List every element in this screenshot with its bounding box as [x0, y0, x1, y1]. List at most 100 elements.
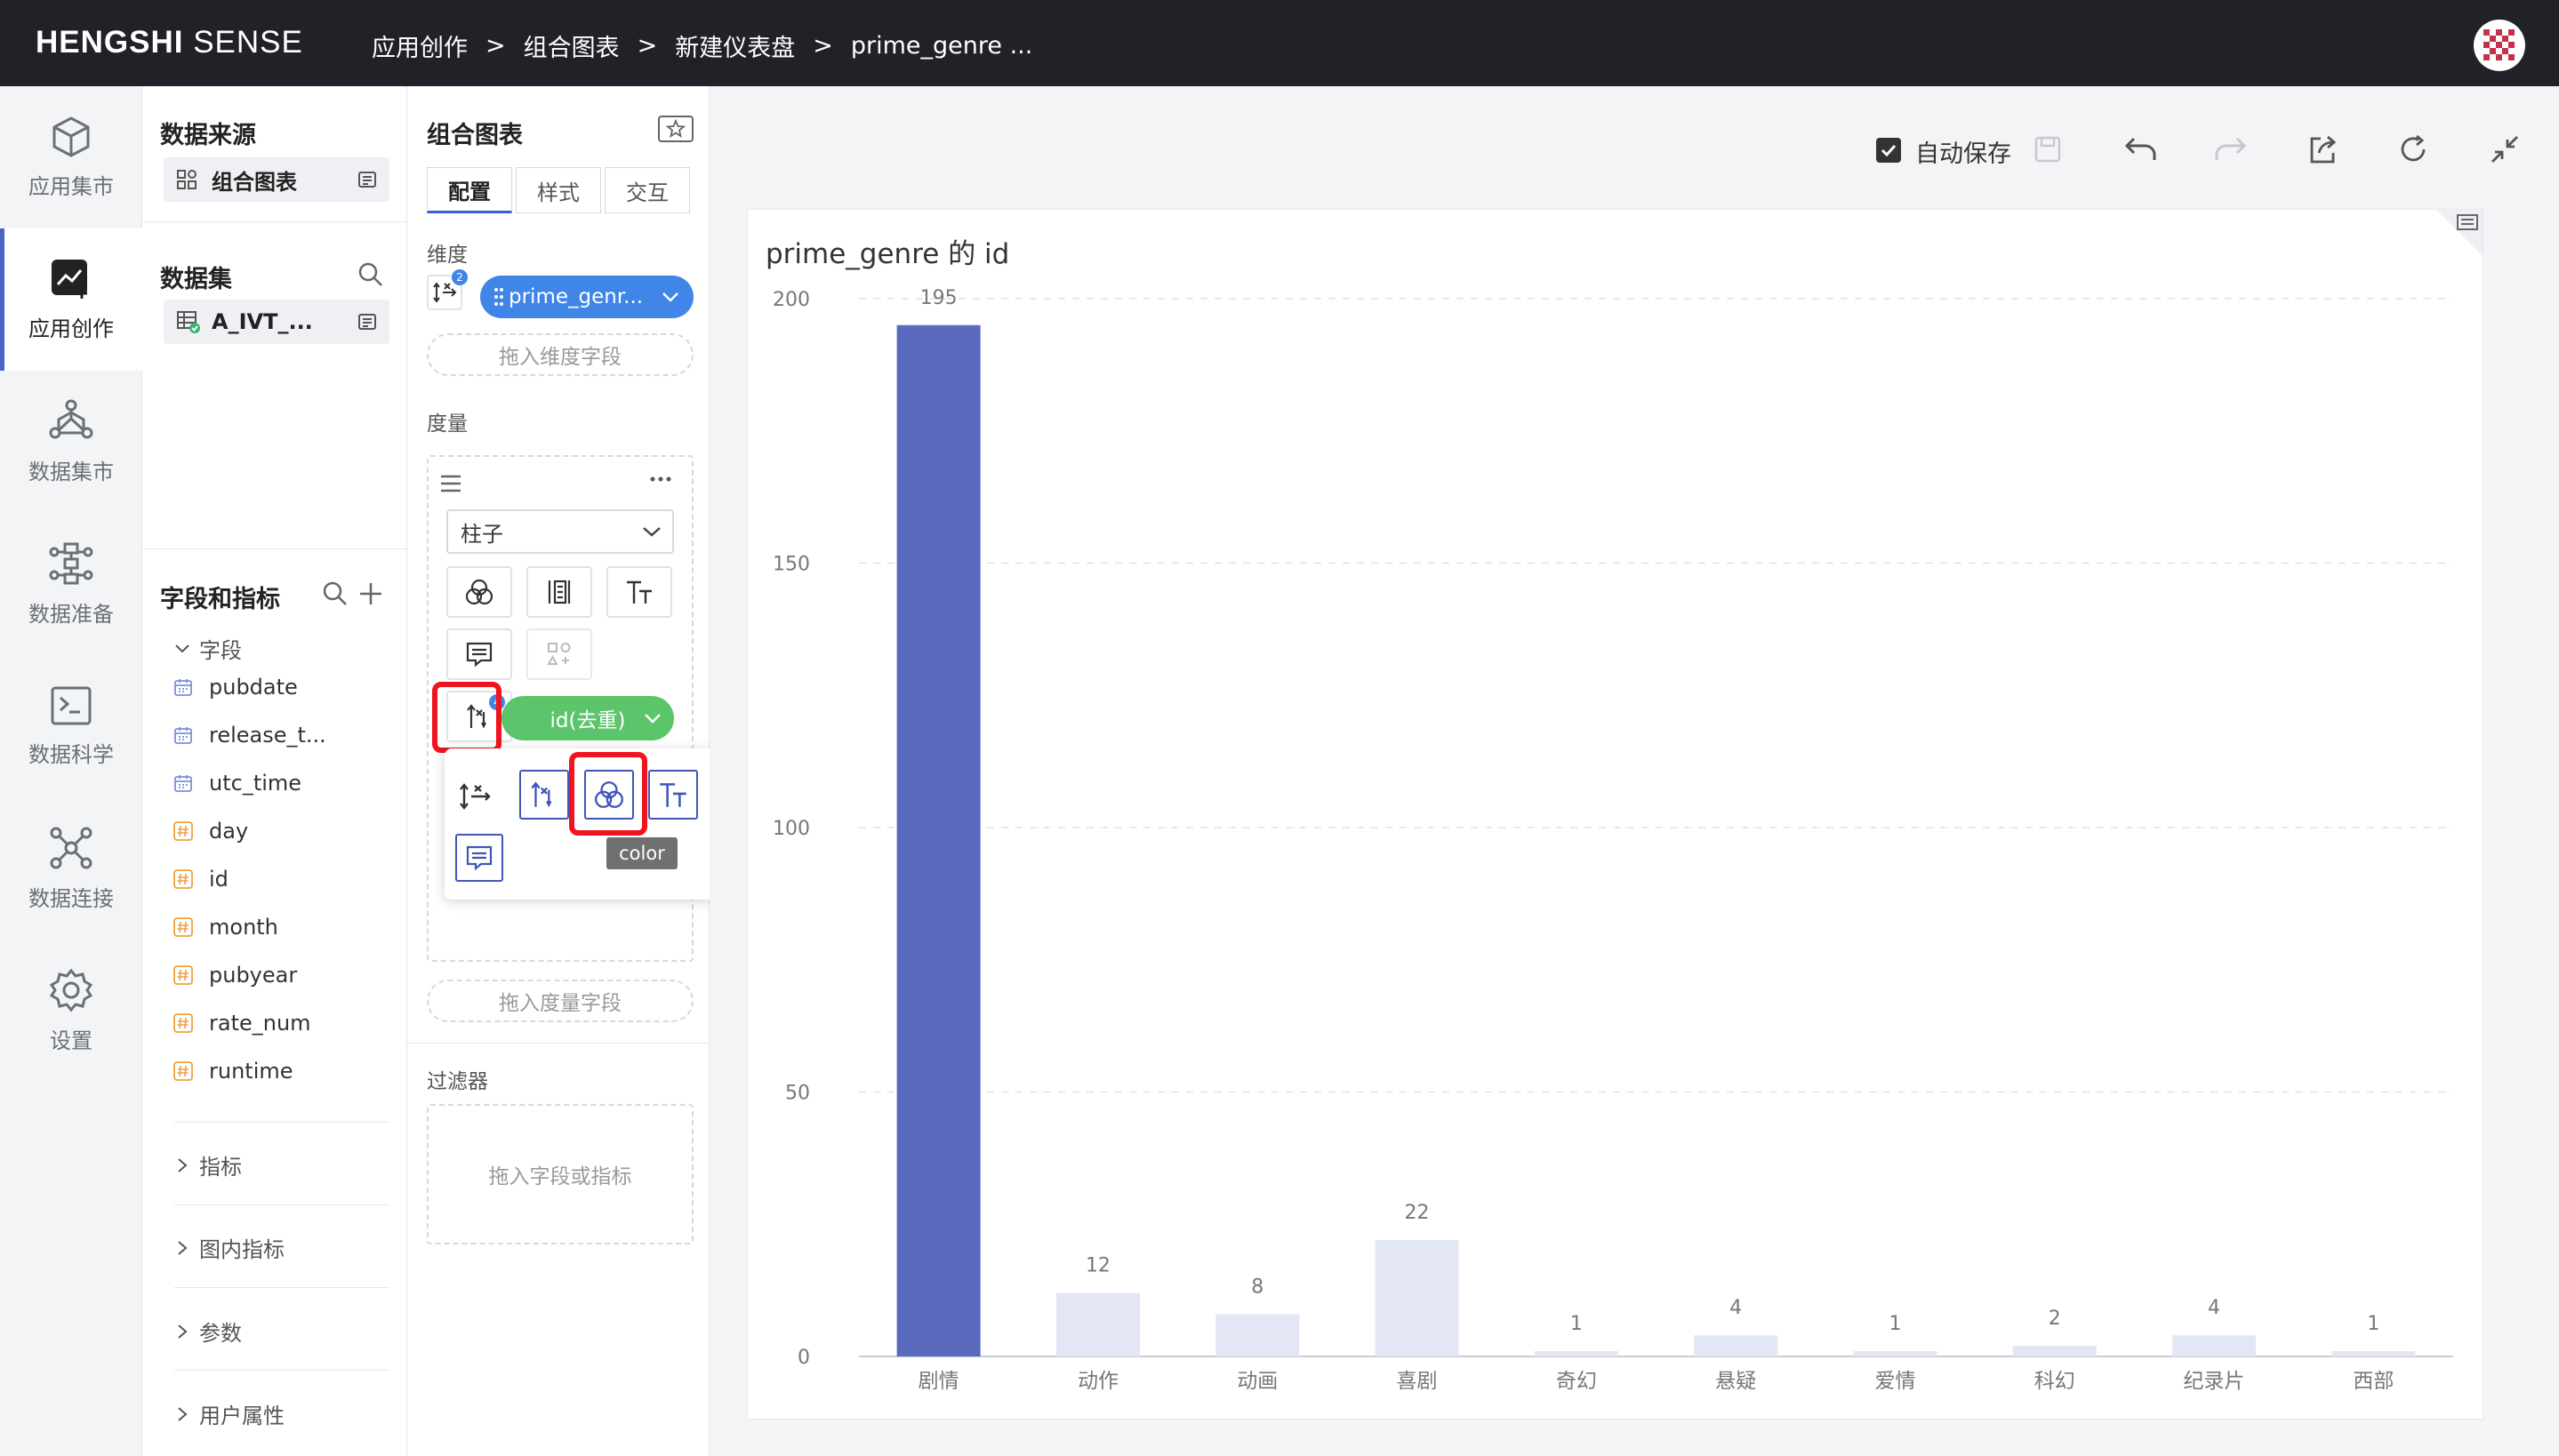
nav-item-data-science[interactable]: 数据科学 — [0, 655, 142, 797]
bar[interactable] — [896, 324, 981, 1356]
fields-title: 字段和指标 — [160, 586, 280, 613]
chevron-right-icon — [178, 1157, 188, 1172]
bar-value-label: 22 — [1405, 1202, 1430, 1224]
divider — [174, 1287, 389, 1288]
nav-item-settings[interactable]: 设置 — [0, 940, 142, 1082]
grid-icon — [177, 170, 197, 189]
add-icon[interactable] — [358, 581, 383, 606]
search-icon[interactable] — [322, 580, 349, 607]
chart-type-select[interactable]: 柱子 — [446, 509, 674, 554]
bar[interactable] — [1055, 1292, 1140, 1356]
user-avatar[interactable] — [2474, 20, 2525, 71]
measure-pill-label: id(去重) — [550, 709, 626, 732]
left-nav: 应用集市 应用创作 数据集市 数据准备 数据科学 数据连接 设置 — [0, 86, 142, 1456]
dataset-item[interactable]: A_IVT_... — [164, 300, 389, 344]
terminal-icon — [51, 686, 92, 724]
tab-config[interactable]: 配置 — [427, 167, 512, 213]
tab-style[interactable]: 样式 — [516, 167, 601, 213]
bar[interactable] — [1694, 1335, 1778, 1356]
x-tick-label: 纪录片 — [2184, 1370, 2245, 1393]
nav-item-app-market[interactable]: 应用集市 — [0, 86, 142, 228]
bar[interactable] — [2172, 1335, 2257, 1356]
number-icon — [173, 965, 193, 985]
bar[interactable] — [2331, 1351, 2416, 1356]
nav-item-data-connect[interactable]: 数据连接 — [0, 797, 142, 940]
search-icon[interactable] — [357, 261, 384, 288]
field-item[interactable]: month — [173, 915, 278, 940]
divider — [174, 1204, 389, 1205]
field-item[interactable]: release_t... — [173, 723, 326, 748]
field-item[interactable]: day — [173, 819, 248, 844]
divider — [174, 1122, 389, 1123]
color-button[interactable] — [446, 566, 512, 618]
group-chart-metrics[interactable]: 图内指标 — [176, 1232, 285, 1263]
breadcrumb-item[interactable]: 应用创作 — [372, 28, 468, 63]
redo-icon — [2215, 137, 2247, 160]
tab-interaction[interactable]: 交互 — [605, 167, 690, 213]
measure-dropzone[interactable]: 拖入度量字段 — [427, 980, 694, 1022]
field-item[interactable]: rate_num — [173, 1011, 311, 1036]
hamburger-icon[interactable] — [439, 474, 462, 493]
y-tick-label: 150 — [773, 554, 810, 576]
menu-icon[interactable] — [357, 312, 377, 332]
field-item[interactable]: utc_time — [173, 771, 301, 796]
undo-icon[interactable] — [2123, 135, 2157, 164]
divider — [142, 548, 407, 549]
bar[interactable] — [1375, 1240, 1459, 1356]
tooltip-option-button[interactable] — [455, 834, 503, 882]
breadcrumb-separator: > — [813, 32, 833, 60]
dimension-pill[interactable]: prime_genr... — [480, 276, 694, 318]
field-item[interactable]: id — [173, 867, 229, 892]
more-icon[interactable] — [649, 475, 672, 484]
share-icon[interactable] — [2306, 133, 2338, 165]
tooltip-button[interactable] — [446, 628, 512, 680]
breadcrumb-item[interactable]: 新建仪表盘 — [675, 28, 795, 63]
x-tick-label: 喜剧 — [1397, 1370, 1438, 1393]
field-name: day — [209, 819, 249, 844]
label-button[interactable] — [606, 566, 672, 618]
check-icon — [1881, 144, 1897, 156]
autosave-checkbox[interactable] — [1876, 138, 1901, 163]
x-tick-label: 动作 — [1078, 1370, 1119, 1393]
filter-dropzone[interactable]: 拖入字段或指标 — [427, 1104, 694, 1244]
menu-icon[interactable] — [357, 170, 377, 189]
nav-item-data-market[interactable]: 数据集市 — [0, 371, 142, 513]
dimension-label: 维度 — [427, 244, 468, 267]
bar[interactable] — [1215, 1314, 1300, 1356]
bar[interactable] — [2012, 1346, 2097, 1356]
axis-option-button[interactable] — [519, 770, 569, 820]
star-icon[interactable] — [658, 116, 694, 142]
measure-pill[interactable]: id(去重) — [501, 696, 674, 740]
field-item[interactable]: pubyear — [173, 963, 297, 988]
field-name: pubdate — [209, 675, 298, 700]
field-group-fields[interactable]: 字段 — [174, 633, 242, 664]
bar[interactable] — [1534, 1351, 1618, 1356]
refresh-icon[interactable] — [2397, 133, 2429, 165]
nav-label: 设置 — [50, 1028, 92, 1053]
x-tick-label: 悬疑 — [1715, 1370, 1756, 1393]
chevron-down-icon — [643, 527, 661, 537]
nav-label: 应用创作 — [28, 316, 114, 341]
nav-item-app-create[interactable]: 应用创作 — [0, 228, 142, 371]
group-user-attrs[interactable]: 用户属性 — [176, 1398, 285, 1429]
bar[interactable] — [1853, 1351, 1937, 1356]
source-item[interactable]: 组合图表 — [164, 157, 389, 202]
breadcrumb-item[interactable]: 组合图表 — [524, 28, 620, 63]
field-item[interactable]: runtime — [173, 1059, 293, 1084]
label-option-button[interactable] — [648, 770, 698, 820]
dataset-title: 数据集 — [160, 266, 232, 293]
group-metrics[interactable]: 指标 — [176, 1149, 242, 1180]
bar-value-label: 1 — [1889, 1313, 1901, 1335]
chart-card[interactable]: prime_genre 的 id 0 50 100 150 200 195 剧情 12 动作 8… — [747, 209, 2483, 1420]
nav-item-data-prep[interactable]: 数据准备 — [0, 513, 142, 655]
collapse-icon[interactable] — [2489, 133, 2521, 165]
app-logo[interactable]: HENGSHI SENSE — [36, 25, 303, 60]
group-params[interactable]: 参数 — [176, 1316, 242, 1347]
sort-axis-icon[interactable] — [459, 779, 494, 814]
field-name: pubyear — [209, 963, 298, 988]
dimension-setting-button[interactable]: 2 — [427, 269, 468, 310]
field-item[interactable]: pubdate — [173, 675, 298, 700]
number-icon — [173, 1061, 193, 1081]
dimension-dropzone[interactable]: 拖入维度字段 — [427, 333, 694, 376]
size-button[interactable] — [526, 566, 592, 618]
